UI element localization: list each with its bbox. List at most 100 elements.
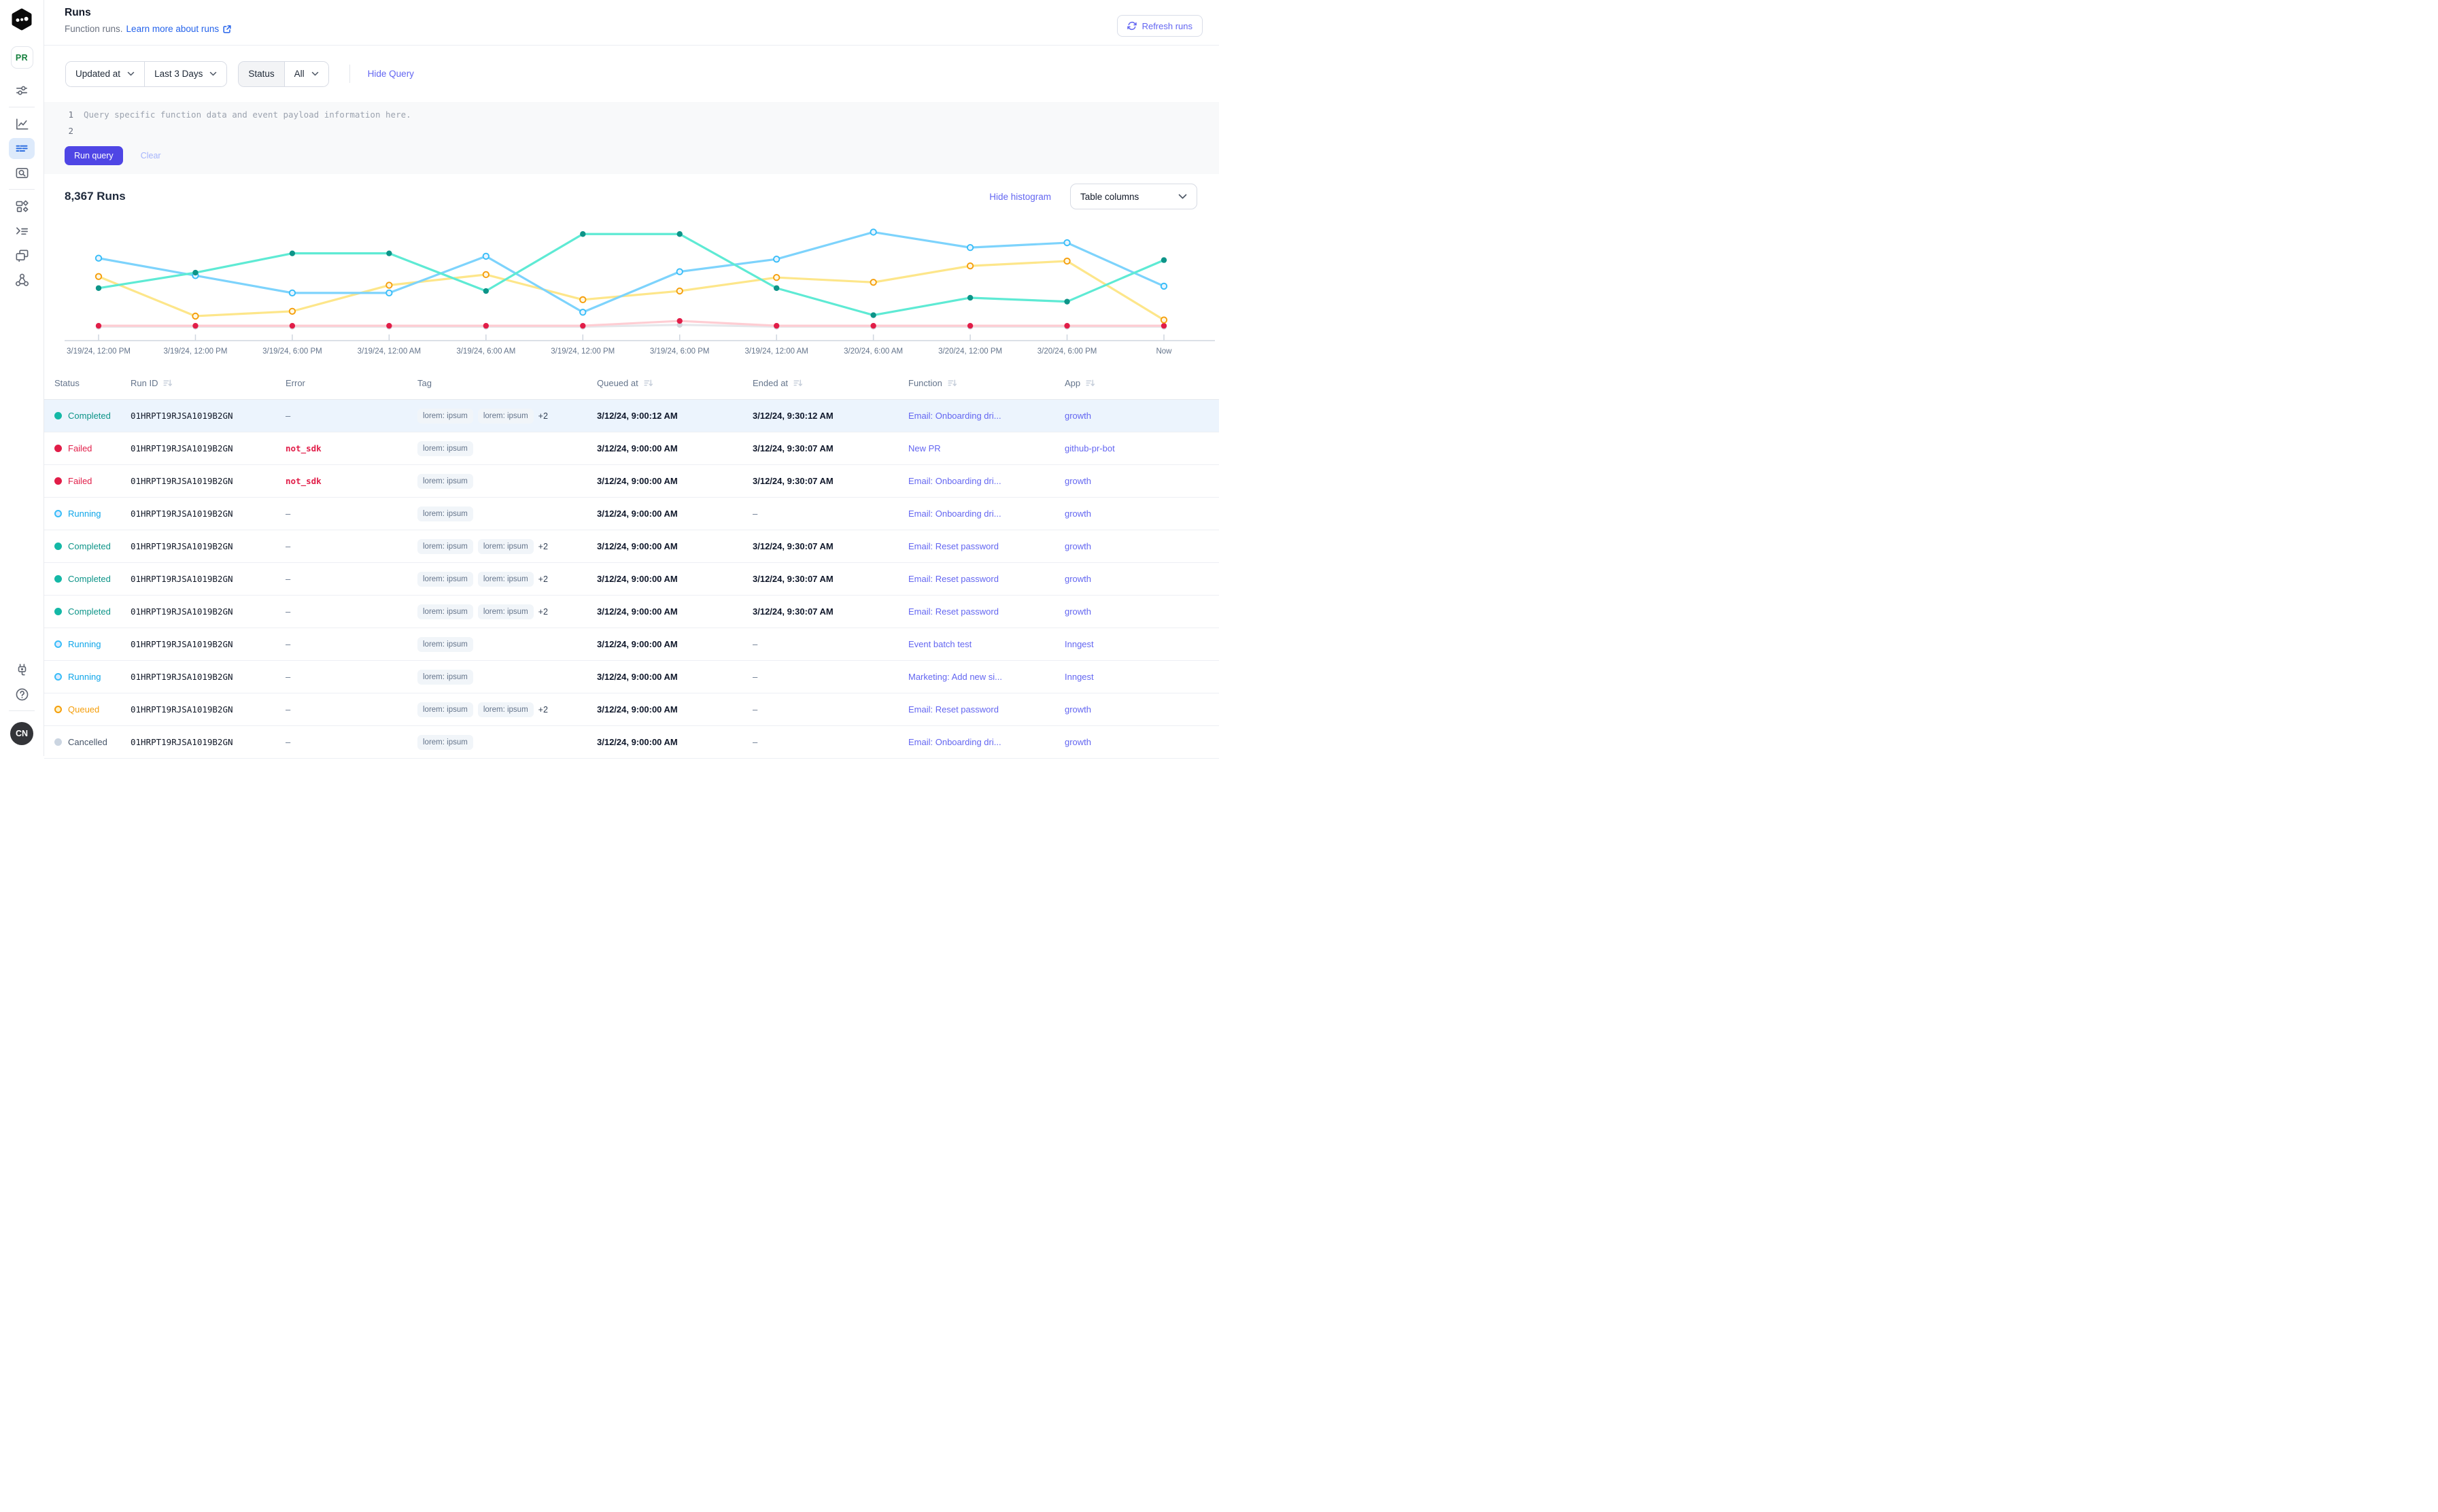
function-link[interactable]: Email: Onboarding dri... [908, 509, 1001, 519]
queued-at-cell: 3/12/24, 9:00:00 AM [597, 574, 753, 584]
function-link[interactable]: Email: Reset password [908, 704, 999, 715]
tag-badge: lorem: ipsum [417, 441, 473, 456]
queued-at-cell: 3/12/24, 9:00:12 AM [597, 411, 753, 421]
table-row[interactable]: Completed01HRPT19RJSA1019B2GN–lorem: ips… [44, 530, 1219, 563]
app-link[interactable]: growth [1065, 606, 1091, 617]
time-range-dropdown[interactable]: Last 3 Days [144, 62, 226, 86]
function-link[interactable]: Email: Reset password [908, 606, 999, 617]
table-row[interactable]: Failed01HRPT19RJSA1019B2GNnot_sdklorem: … [44, 465, 1219, 498]
function-link[interactable]: New PR [908, 443, 941, 453]
queued-at-cell: 3/12/24, 9:00:00 AM [597, 443, 753, 453]
column-header-label: Error [286, 378, 305, 388]
function-link[interactable]: Email: Reset password [908, 574, 999, 584]
metrics-chart-icon[interactable] [9, 111, 35, 136]
failed-data-point [290, 323, 295, 328]
page-header-text: Runs Function runs. Learn more about run… [65, 7, 232, 34]
queued-at-cell: 3/12/24, 9:00:00 AM [597, 639, 753, 649]
app-link[interactable]: growth [1065, 411, 1091, 421]
function-link[interactable]: Email: Onboarding dri... [908, 737, 1001, 747]
query-editor: 1 Query specific function data and event… [44, 102, 1219, 174]
table-row[interactable]: Running01HRPT19RJSA1019B2GN–lorem: ipsum… [44, 661, 1219, 693]
table-row[interactable]: Completed01HRPT19RJSA1019B2GN–lorem: ips… [44, 596, 1219, 628]
x-axis-label: 3/19/24, 12:00 AM [358, 347, 421, 356]
queued-data-point [483, 272, 489, 277]
app-link[interactable]: growth [1065, 541, 1091, 551]
tag-badge: lorem: ipsum [417, 572, 473, 587]
plug-icon[interactable] [9, 657, 35, 682]
functions-windows-icon[interactable] [9, 243, 35, 267]
function-link[interactable]: Marketing: Add new si... [908, 672, 1002, 682]
function-link[interactable]: Event batch test [908, 639, 972, 649]
user-avatar[interactable]: CN [10, 722, 33, 745]
tag-cell: lorem: ipsum [417, 506, 597, 521]
function-link[interactable]: Email: Reset password [908, 541, 999, 551]
page-header: Runs Function runs. Learn more about run… [44, 0, 1219, 46]
failed-data-point [580, 323, 585, 328]
query-line[interactable]: 2 [65, 123, 1219, 139]
queued-at-cell: 3/12/24, 9:00:00 AM [597, 606, 753, 617]
column-header-ended-at[interactable]: Ended at [753, 378, 908, 388]
app-link[interactable]: growth [1065, 737, 1091, 747]
refresh-runs-button[interactable]: Refresh runs [1117, 15, 1203, 37]
help-icon[interactable] [9, 682, 35, 706]
webhook-icon[interactable] [9, 267, 35, 292]
status-filter-dropdown[interactable]: All [284, 62, 328, 86]
hide-query-link[interactable]: Hide Query [368, 69, 414, 79]
table-row[interactable]: Cancelled01HRPT19RJSA1019B2GN–lorem: ips… [44, 726, 1219, 759]
tag-badge: lorem: ipsum [417, 670, 473, 685]
running-data-point [386, 290, 392, 296]
queued-data-point [774, 275, 779, 280]
error-value: – [286, 411, 290, 421]
table-row[interactable]: Failed01HRPT19RJSA1019B2GNnot_sdklorem: … [44, 432, 1219, 465]
status-cell: Completed [54, 541, 131, 551]
tag-badge: lorem: ipsum [478, 572, 534, 587]
status-dot-icon [54, 543, 62, 550]
function-link[interactable]: Email: Onboarding dri... [908, 476, 1001, 486]
error-cell: – [286, 737, 417, 747]
learn-more-link[interactable]: Learn more about runs [126, 24, 233, 34]
x-axis-label: 3/19/24, 12:00 PM [67, 347, 131, 356]
table-row[interactable]: Completed01HRPT19RJSA1019B2GN–lorem: ips… [44, 563, 1219, 596]
inngest-logo-icon[interactable] [11, 8, 33, 31]
sliders-icon[interactable] [9, 78, 35, 103]
workspace-badge[interactable]: PR [11, 46, 33, 69]
clear-query-button[interactable]: Clear [141, 151, 161, 160]
app-link[interactable]: Inngest [1065, 672, 1094, 682]
status-filter-label: Status [239, 62, 284, 86]
app-link[interactable]: growth [1065, 574, 1091, 584]
runs-list-icon[interactable] [9, 138, 35, 159]
sort-field-dropdown[interactable]: Updated at [66, 62, 144, 86]
status-dot-icon [54, 412, 62, 419]
chevron-down-icon [209, 71, 217, 76]
terminal-logs-icon[interactable] [9, 218, 35, 243]
column-header-queued-at[interactable]: Queued at [597, 378, 753, 388]
app-link[interactable]: growth [1065, 476, 1091, 486]
app-link[interactable]: github-pr-bot [1065, 443, 1115, 453]
app-link[interactable]: growth [1065, 704, 1091, 715]
function-link[interactable]: Email: Onboarding dri... [908, 411, 1001, 421]
column-header-function[interactable]: Function [908, 378, 1065, 388]
run-id-cell: 01HRPT19RJSA1019B2GN [131, 737, 286, 747]
x-axis-label: 3/19/24, 12:00 PM [163, 347, 227, 356]
app-link[interactable]: Inngest [1065, 639, 1094, 649]
running-data-point [1064, 240, 1069, 245]
column-header-run-id[interactable]: Run ID [131, 378, 286, 388]
table-columns-dropdown[interactable]: Table columns [1070, 184, 1197, 209]
table-row[interactable]: Completed01HRPT19RJSA1019B2GN–lorem: ips… [44, 400, 1219, 432]
table-row[interactable]: Running01HRPT19RJSA1019B2GN–lorem: ipsum… [44, 498, 1219, 530]
tag-cell: lorem: ipsumlorem: ipsum+2 [417, 702, 597, 717]
queued-data-point [1064, 258, 1069, 264]
query-line[interactable]: 1 Query specific function data and event… [65, 107, 1219, 123]
column-header-app[interactable]: App [1065, 378, 1219, 388]
runs-histogram: 3/19/24, 12:00 PM 3/19/24, 12:00 PM 3/19/2… [65, 219, 1215, 356]
status-cell: Failed [54, 476, 131, 486]
event-search-icon[interactable] [9, 160, 35, 185]
status-dot-icon [54, 673, 62, 681]
apps-icon[interactable] [9, 194, 35, 218]
run-query-button[interactable]: Run query [65, 146, 123, 165]
hide-histogram-link[interactable]: Hide histogram [989, 192, 1051, 202]
app-link[interactable]: growth [1065, 509, 1091, 519]
table-row[interactable]: Running01HRPT19RJSA1019B2GN–lorem: ipsum… [44, 628, 1219, 661]
table-row[interactable]: Queued01HRPT19RJSA1019B2GN–lorem: ipsuml… [44, 693, 1219, 726]
failed-data-point [1064, 323, 1069, 328]
